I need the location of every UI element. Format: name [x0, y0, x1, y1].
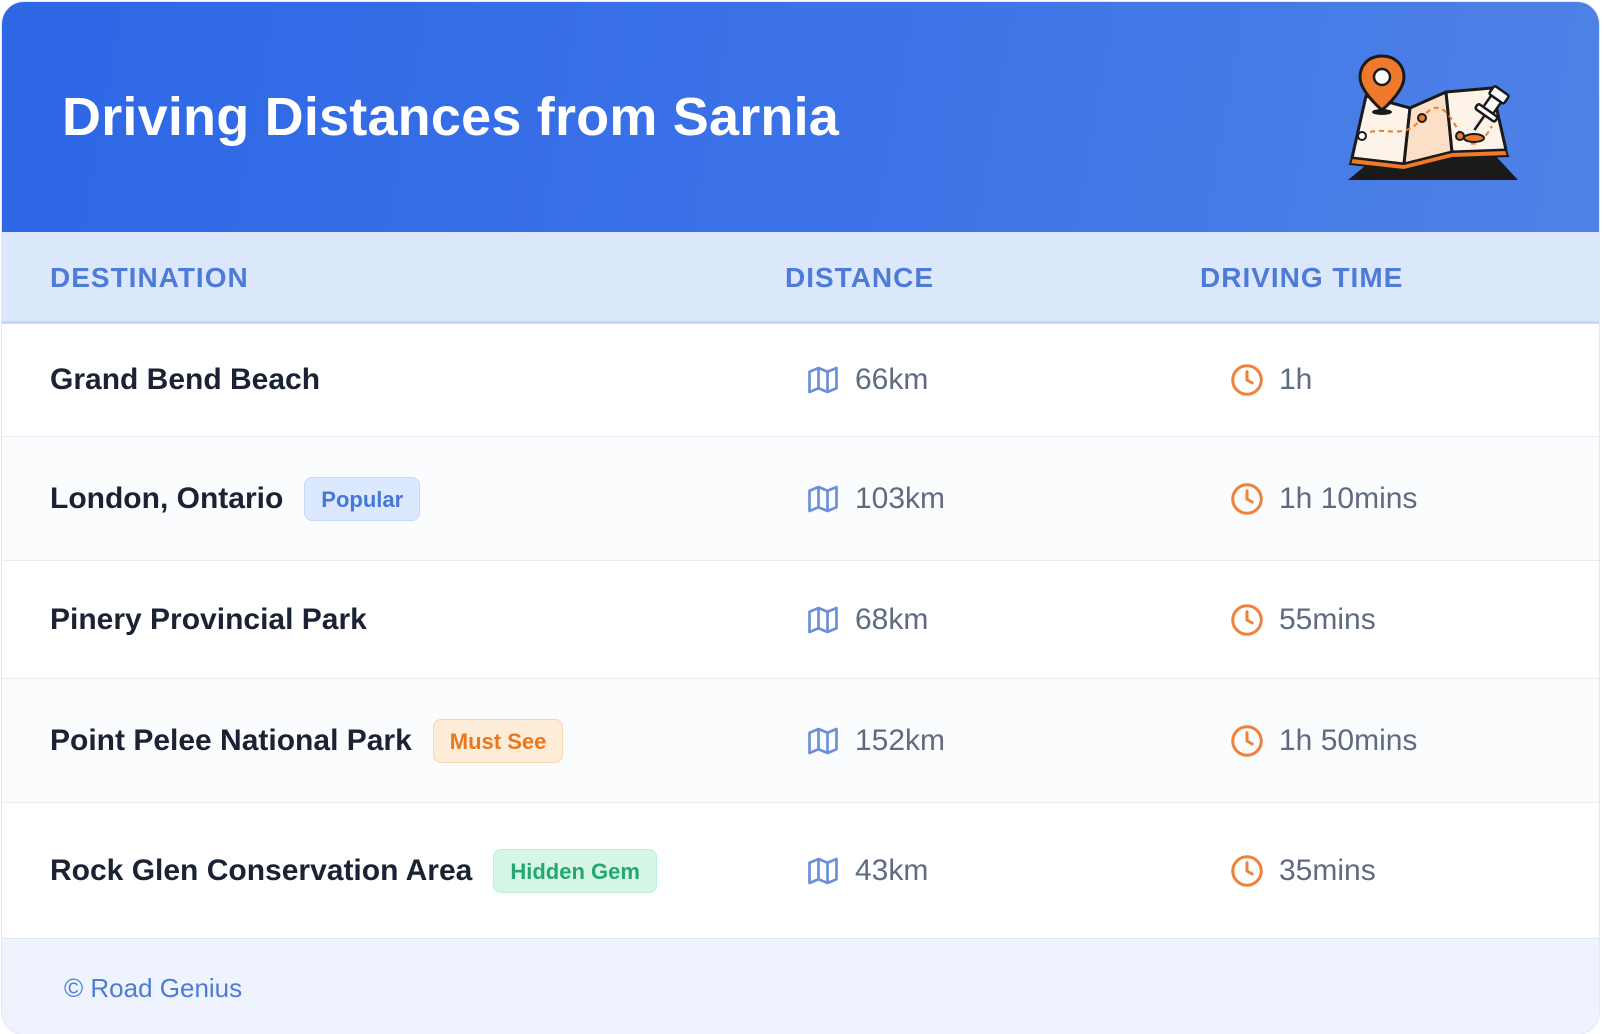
driving-time-value: 1h 10mins	[1279, 481, 1418, 515]
destination-cell: Grand Bend Beach	[50, 363, 320, 397]
map-pin-illustration-icon	[1348, 54, 1518, 180]
must-see-badge: Must See	[432, 718, 564, 763]
distance-card: Driving Distances from Sarnia DESTINATIO…	[2, 2, 1599, 1034]
column-header-destination: DESTINATION	[50, 262, 249, 293]
destination-name: Rock Glen Conservation Area	[50, 853, 473, 887]
destination-cell: Pinery Provincial Park	[50, 603, 367, 637]
distance-cell: 103km	[805, 481, 945, 517]
table-row: Point Pelee National Park Must See 152km…	[2, 679, 1599, 803]
time-cell: 55mins	[1229, 602, 1376, 638]
map-icon	[808, 727, 838, 754]
popular-badge: Popular	[304, 476, 421, 521]
destination-name: Point Pelee National Park	[50, 723, 412, 757]
driving-time-value: 55mins	[1279, 602, 1376, 636]
distance-value: 68km	[855, 602, 929, 636]
destination-cell: Point Pelee National Park Must See	[50, 718, 564, 763]
map-icon	[808, 485, 838, 512]
table-row: Grand Bend Beach 66km 1h	[2, 324, 1599, 437]
map-icon	[808, 606, 838, 633]
destination-name: London, Ontario	[50, 481, 284, 515]
table-header: DESTINATION DISTANCE DRIVING TIME	[2, 232, 1599, 324]
column-header-distance: DISTANCE	[785, 262, 935, 293]
destination-cell: London, Ontario Popular	[50, 476, 421, 521]
table-row: Pinery Provincial Park 68km 55mins	[2, 561, 1599, 679]
driving-time-value: 35mins	[1279, 853, 1376, 887]
distance-cell: 43km	[805, 853, 928, 889]
clock-icon	[1231, 482, 1263, 515]
destination-name: Grand Bend Beach	[50, 363, 321, 396]
clock-icon	[1231, 603, 1263, 636]
distance-value: 152km	[855, 723, 946, 757]
distance-cell: 152km	[805, 723, 945, 759]
clock-icon	[1231, 724, 1263, 757]
time-cell: 1h 10mins	[1229, 481, 1417, 517]
table-row: London, Ontario Popular 103km 1h 10mins	[2, 437, 1599, 561]
time-cell: 35mins	[1229, 853, 1376, 889]
clock-icon	[1231, 854, 1263, 887]
hidden-gem-badge: Hidden Gem	[493, 848, 657, 893]
time-cell: 1h	[1229, 362, 1312, 398]
page-title: Driving Distances from Sarnia	[62, 87, 840, 147]
time-cell: 1h 50mins	[1229, 723, 1417, 759]
table-row: Rock Glen Conservation Area Hidden Gem 4…	[2, 803, 1599, 938]
copyright-text: © Road Genius	[64, 973, 243, 1003]
driving-time-value: 1h	[1279, 363, 1313, 396]
distance-cell: 66km	[805, 362, 928, 398]
distance-value: 66km	[855, 363, 929, 396]
column-header-driving-time: DRIVING TIME	[1200, 262, 1404, 293]
distance-cell: 68km	[805, 602, 928, 638]
destination-cell: Rock Glen Conservation Area Hidden Gem	[50, 848, 657, 893]
distance-value: 43km	[855, 853, 929, 887]
card-header: Driving Distances from Sarnia	[2, 2, 1599, 232]
clock-icon	[1231, 364, 1263, 396]
map-icon	[808, 366, 838, 394]
driving-time-value: 1h 50mins	[1279, 723, 1418, 757]
map-icon	[808, 857, 838, 884]
destination-name: Pinery Provincial Park	[50, 602, 367, 636]
distance-value: 103km	[855, 481, 946, 515]
card-footer: © Road Genius	[2, 938, 1599, 1034]
